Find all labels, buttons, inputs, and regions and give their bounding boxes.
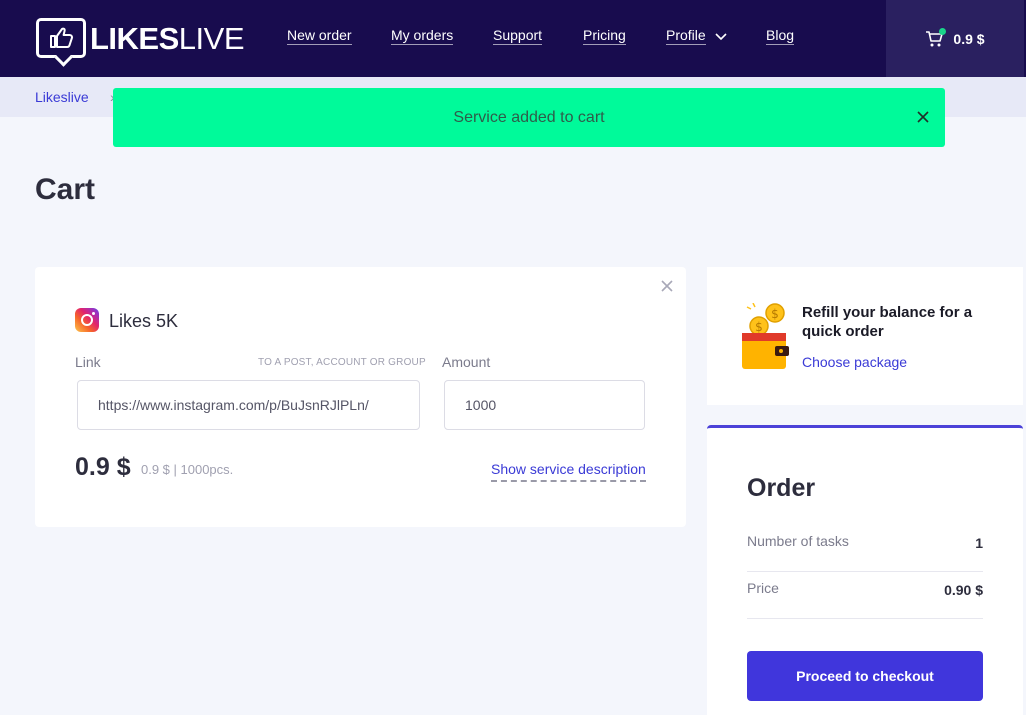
breadcrumb-home[interactable]: Likeslive bbox=[35, 89, 89, 105]
row-value: 0.90 $ bbox=[944, 582, 983, 598]
cart-item-card: Likes 5K Link TO A POST, ACCOUNT OR GROU… bbox=[35, 267, 686, 527]
nav-my-orders[interactable]: My orders bbox=[391, 27, 454, 45]
service-name: Likes 5K bbox=[109, 311, 179, 331]
thumbs-up-icon bbox=[36, 18, 86, 58]
cart-icon bbox=[925, 27, 947, 48]
refill-title: Refill your balance for a quick order bbox=[802, 304, 973, 340]
nav-support[interactable]: Support bbox=[493, 27, 543, 45]
logo-text: LIKESLIVE bbox=[90, 20, 245, 56]
toast-message: Service added to cart bbox=[453, 108, 605, 126]
logo[interactable]: LIKESLIVE bbox=[36, 16, 245, 60]
link-input[interactable]: https://www.instagram.com/p/BuJsnRJlPLn/ bbox=[77, 380, 420, 430]
page-title: Cart bbox=[35, 173, 96, 206]
item-price: 0.9 $ bbox=[75, 453, 131, 481]
amount-label: Amount bbox=[442, 354, 491, 370]
close-icon[interactable] bbox=[915, 109, 931, 125]
site-header: LIKESLIVE New order My orders Support Pr… bbox=[0, 0, 1026, 77]
order-row-tasks: Number of tasks 1 bbox=[747, 525, 983, 572]
nav-new-order[interactable]: New order bbox=[287, 27, 352, 45]
order-summary-card: Order Number of tasks 1 Price 0.90 $ Pro… bbox=[707, 425, 1023, 715]
refill-card: $ $ Refill your balance for a quick orde… bbox=[707, 267, 1023, 405]
wallet-coins-icon: $ $ bbox=[742, 303, 789, 369]
chevron-down-icon[interactable] bbox=[715, 33, 727, 41]
svg-text:$: $ bbox=[755, 320, 763, 334]
cart-badge-dot bbox=[939, 27, 947, 35]
header-cart[interactable]: 0.9 $ bbox=[886, 0, 1024, 77]
order-title: Order bbox=[747, 474, 816, 502]
row-label: Number of tasks bbox=[747, 533, 849, 549]
nav-profile[interactable]: Profile bbox=[666, 27, 706, 45]
show-description-link[interactable]: Show service description bbox=[491, 461, 646, 482]
link-label: Link bbox=[75, 354, 101, 370]
toast-notification: Service added to cart bbox=[113, 88, 945, 147]
instagram-icon bbox=[75, 308, 99, 332]
svg-text:$: $ bbox=[771, 307, 779, 321]
nav-pricing[interactable]: Pricing bbox=[583, 27, 626, 45]
item-price-detail: 0.9 $ | 1000pcs. bbox=[141, 462, 234, 477]
choose-package-link[interactable]: Choose package bbox=[802, 354, 907, 370]
order-row-price: Price 0.90 $ bbox=[747, 572, 983, 619]
nav-blog[interactable]: Blog bbox=[766, 27, 795, 45]
remove-item-icon[interactable] bbox=[660, 279, 674, 293]
amount-input[interactable]: 1000 bbox=[444, 380, 645, 430]
row-value: 1 bbox=[975, 535, 983, 551]
link-hint: TO A POST, ACCOUNT OR GROUP bbox=[258, 357, 426, 368]
proceed-to-checkout-button[interactable]: Proceed to checkout bbox=[747, 651, 983, 701]
cart-total: 0.9 $ bbox=[953, 30, 985, 47]
row-label: Price bbox=[747, 580, 779, 596]
